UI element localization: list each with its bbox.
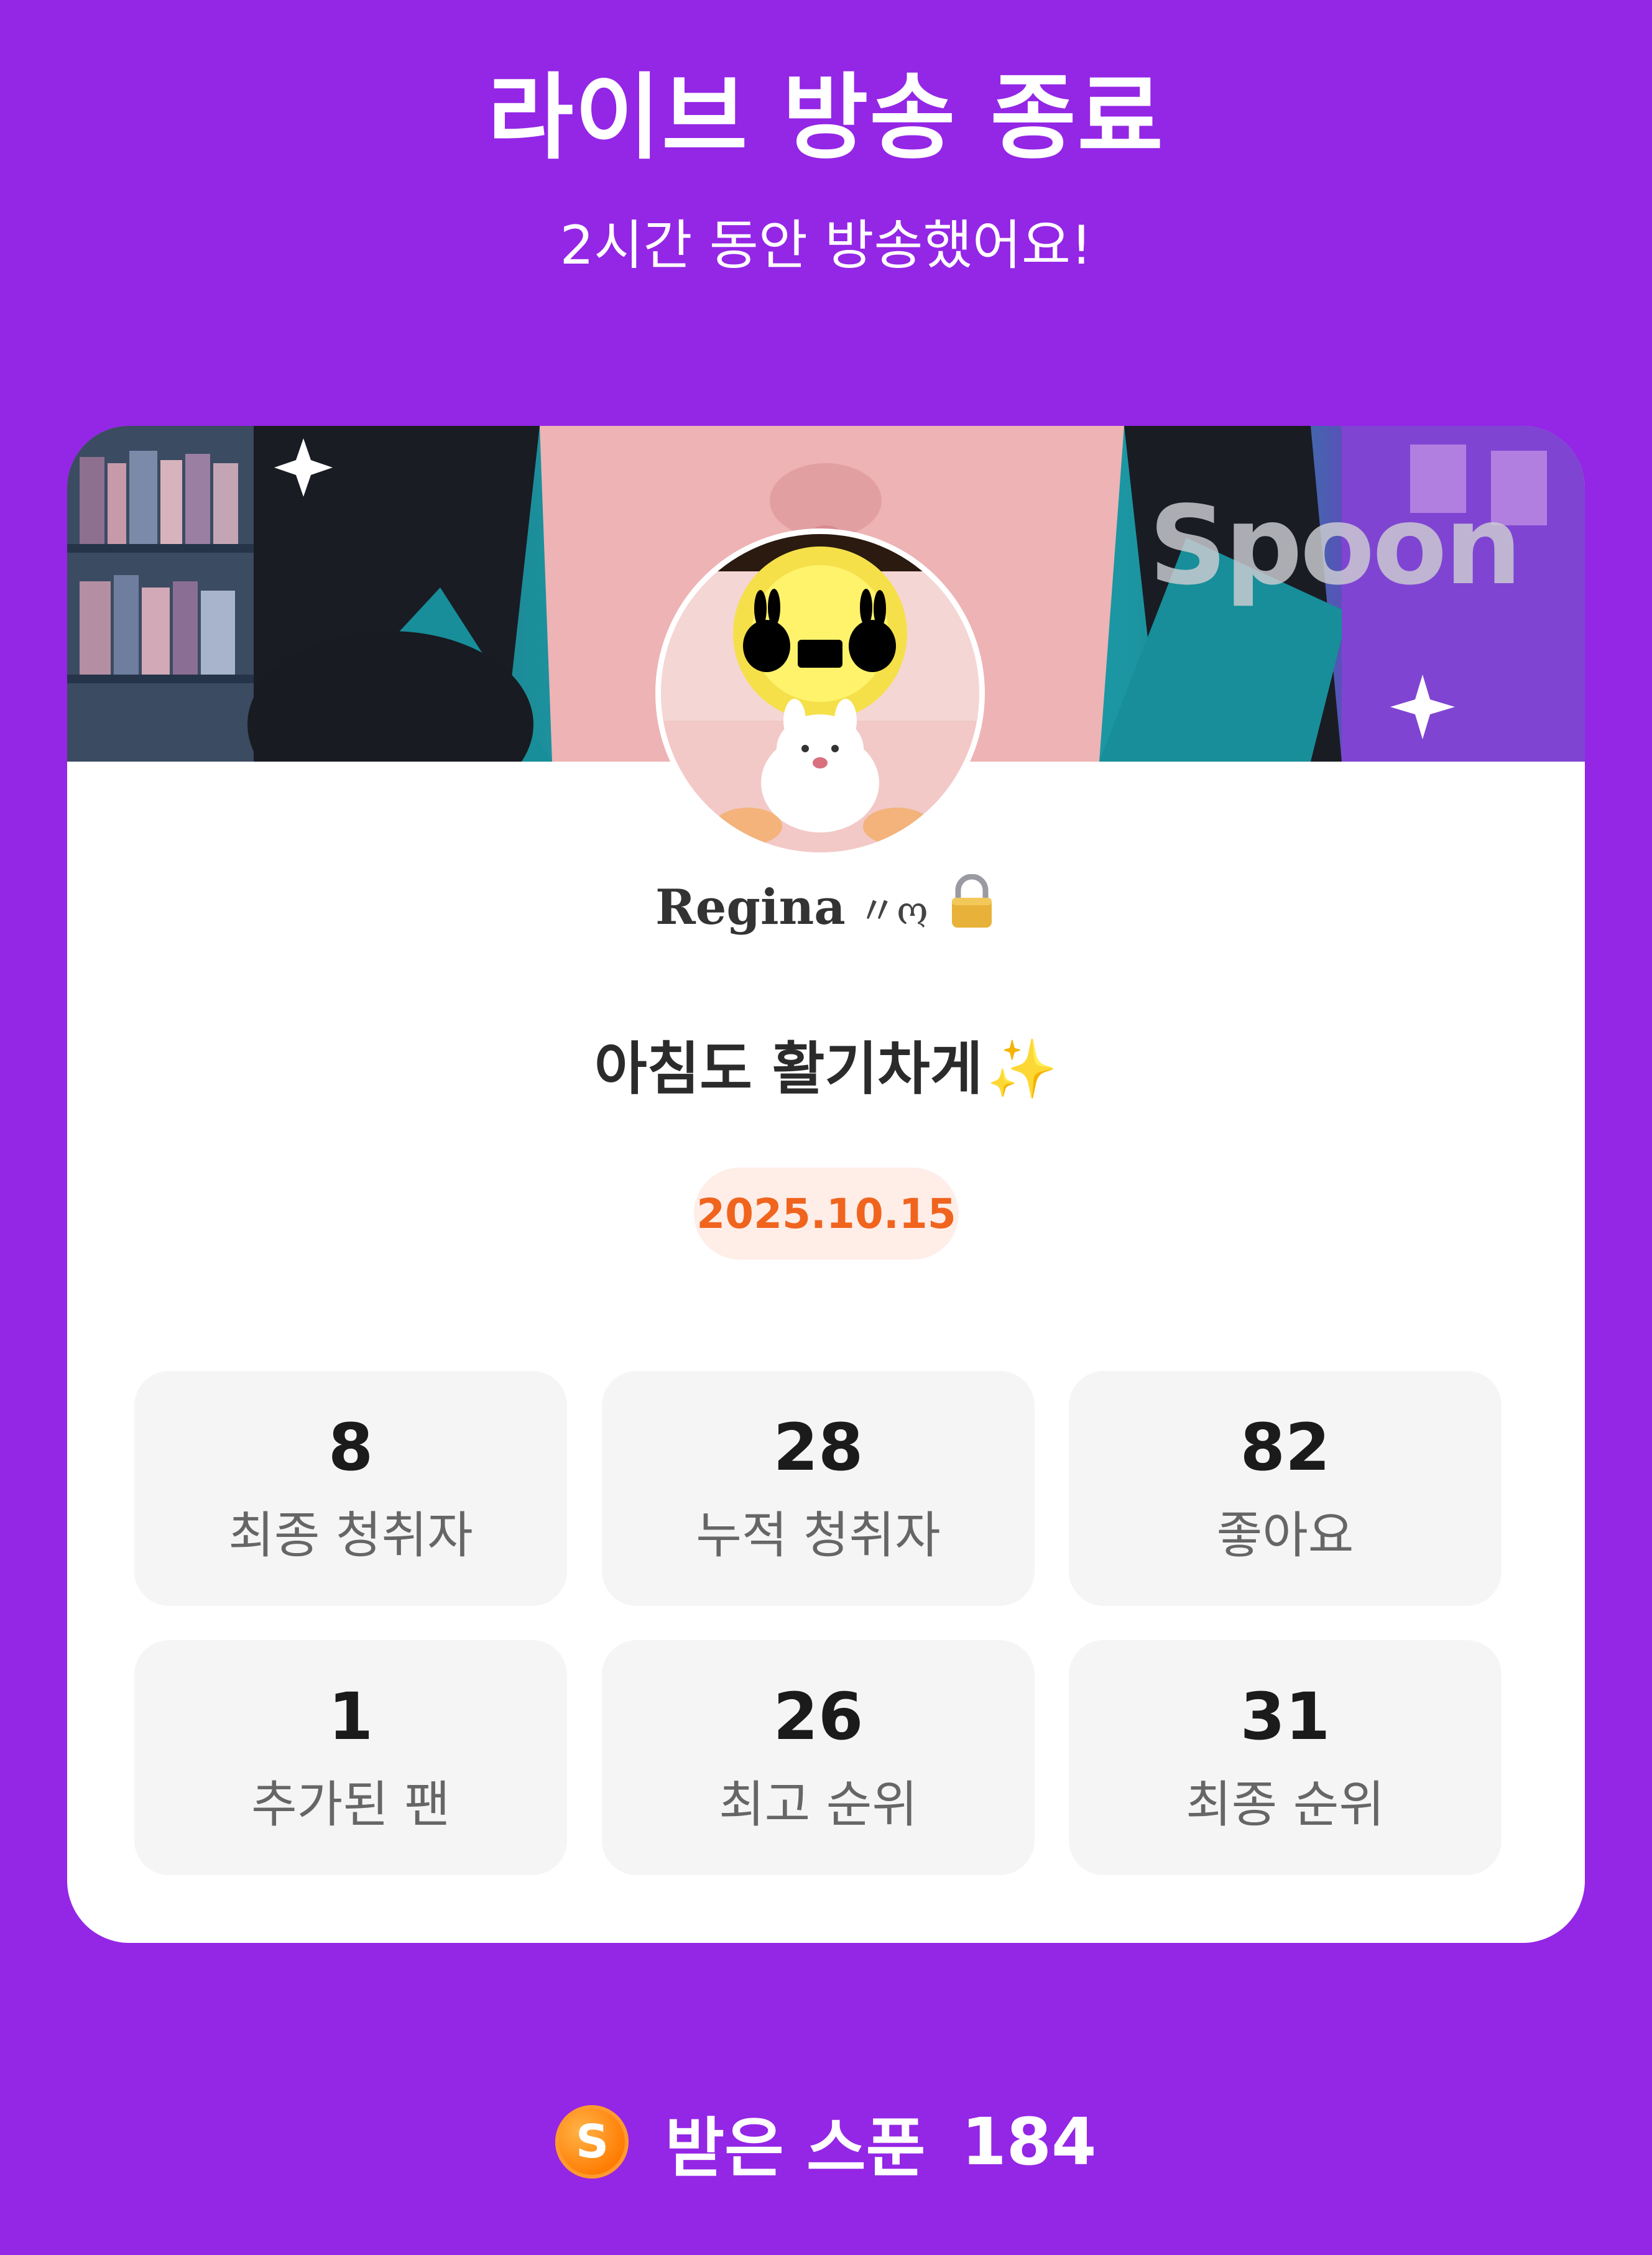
stat-value: 28 [773,1409,864,1485]
streamer-name-decoration: 〃ო [857,888,929,933]
stat-value: 26 [773,1679,864,1755]
broadcast-duration: 2시간 동안 방송했어요! [560,214,1092,277]
stat-new-fans: 1 추가된 팬 [134,1640,567,1875]
broadcast-date-badge: 2025.10.15 [694,1168,959,1260]
page-title: 라이브 방송 종료 [487,64,1165,172]
sparkles-icon: ✨ [986,1036,1058,1102]
live-title-text: 아침도 활기차게 [594,1036,983,1102]
received-spoons: S 받은 스푼 184 [0,2098,1652,2186]
stat-likes: 82 좋아요 [1069,1371,1502,1606]
stat-label: 최종 순위 [1186,1776,1385,1833]
broadcast-summary-card: Spoon Regina 〃ო 아침도 활기차게✨ 2025.10.15 8 최… [67,426,1585,1943]
received-spoons-label: 받은 스푼 [665,2110,926,2186]
stat-value: 8 [328,1409,374,1485]
stat-value: 82 [1240,1409,1331,1485]
lock-icon [947,874,997,948]
streamer-name: Regina 〃ო [67,874,1585,948]
live-title: 아침도 활기차게✨ [67,1032,1585,1107]
stat-value: 31 [1240,1679,1331,1755]
stat-value: 1 [328,1679,374,1755]
stat-label: 최종 청취자 [228,1506,473,1564]
stat-label: 최고 순위 [719,1776,918,1833]
avatar-illustration [661,534,979,852]
spoon-watermark-logo: Spoon [1148,483,1522,609]
received-spoons-count: 184 [961,2104,1097,2180]
spoon-coin-icon: S [555,2105,629,2179]
stat-final-rank: 31 최종 순위 [1069,1640,1502,1875]
stat-final-listeners: 8 최종 청취자 [134,1371,567,1606]
stat-label: 추가된 팬 [251,1776,450,1833]
stat-label: 좋아요 [1216,1506,1354,1564]
avatar[interactable] [655,528,985,858]
streamer-name-text: Regina [655,879,846,936]
stat-total-listeners: 28 누적 청취자 [602,1371,1035,1606]
stat-highest-rank: 26 최고 순위 [602,1640,1035,1875]
stat-label: 누적 청취자 [696,1506,941,1564]
